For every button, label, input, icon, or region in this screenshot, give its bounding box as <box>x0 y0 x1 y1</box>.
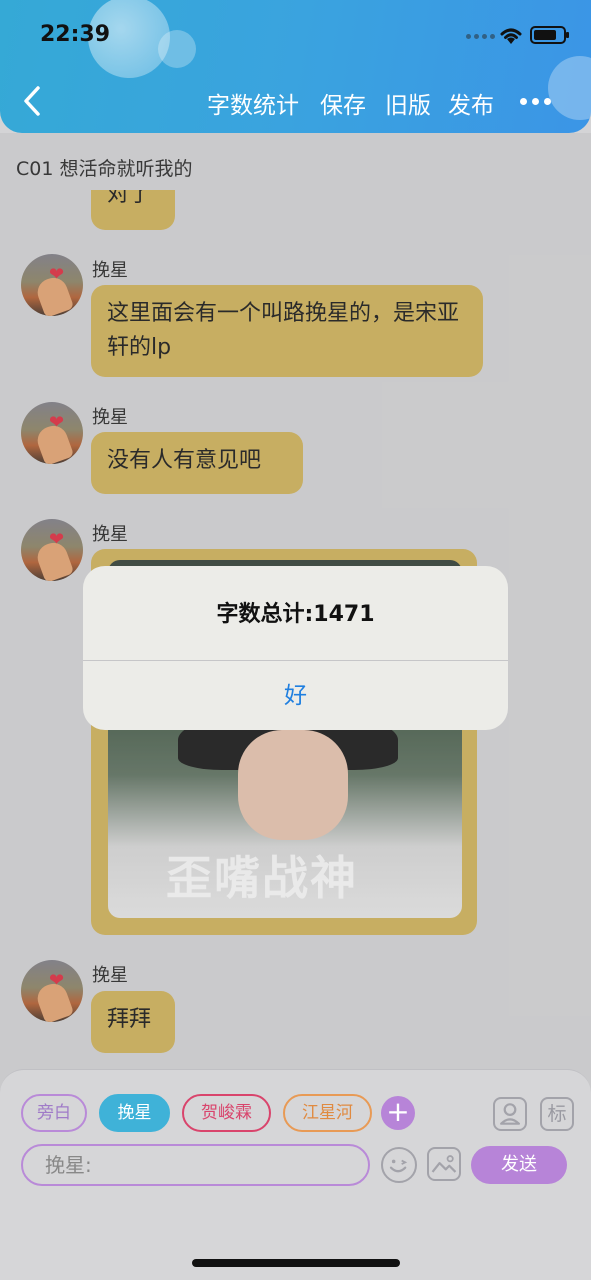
back-arrow-icon[interactable] <box>18 84 48 118</box>
more-icon[interactable] <box>520 98 551 105</box>
add-role-button[interactable]: + <box>381 1096 415 1130</box>
word-count-alert: 字数总计:1471 好 <box>83 566 508 730</box>
send-button[interactable]: 发送 <box>471 1146 567 1184</box>
emoji-icon[interactable] <box>381 1147 417 1183</box>
ok-button[interactable]: 好 <box>83 676 508 710</box>
alert-title: 字数总计:1471 <box>216 602 375 627</box>
status-time: 22:39 <box>40 22 111 47</box>
battery-icon <box>530 26 569 44</box>
role-chip-jiangxinghe[interactable]: 江星河 <box>283 1094 372 1132</box>
decor-bubble <box>158 30 196 68</box>
image-icon[interactable] <box>427 1147 461 1181</box>
role-chip-narration[interactable]: 旁白 <box>21 1094 87 1132</box>
role-chip-wanxing[interactable]: 挽星 <box>99 1094 170 1132</box>
tag-button[interactable]: 标 <box>540 1097 574 1131</box>
divider <box>83 660 508 661</box>
publish-button[interactable]: 发布 <box>448 86 494 120</box>
character-icon[interactable] <box>493 1097 527 1131</box>
cellular-signal-icon <box>466 34 495 39</box>
wifi-icon <box>500 28 522 44</box>
save-button[interactable]: 保存 <box>320 86 366 120</box>
word-count-button[interactable]: 字数统计 <box>207 86 299 120</box>
role-chip-hejunlin[interactable]: 贺峻霖 <box>182 1094 271 1132</box>
decor-bubble <box>548 56 591 120</box>
old-version-button[interactable]: 旧版 <box>385 86 431 120</box>
home-indicator[interactable] <box>192 1259 400 1267</box>
message-input[interactable]: 挽星: <box>21 1144 370 1186</box>
